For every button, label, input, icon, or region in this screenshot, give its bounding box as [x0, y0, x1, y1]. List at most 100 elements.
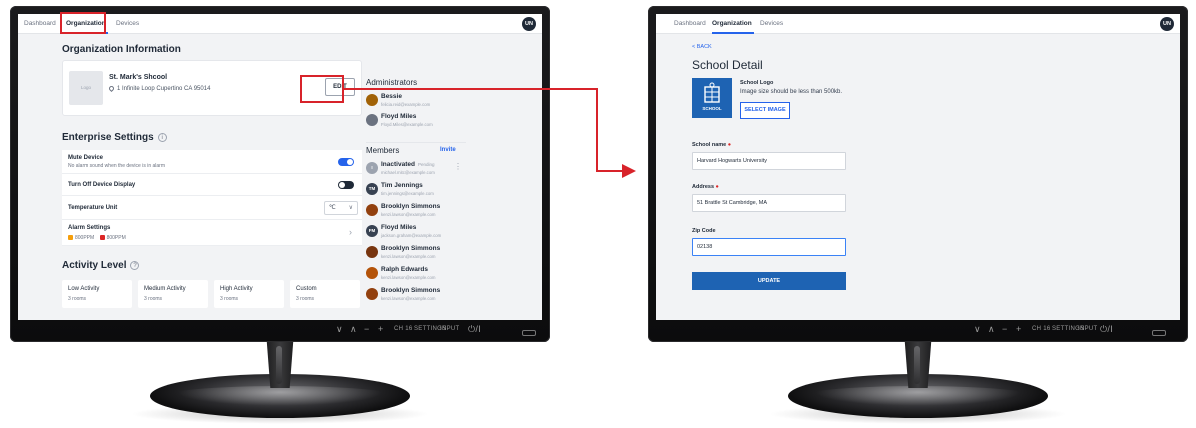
school-logo-caption: SCHOOL — [702, 106, 722, 111]
member-name: Brooklyn Simmons — [381, 203, 441, 210]
monitor-bezel: Dashboard Organization Devices UN Organi… — [10, 6, 550, 342]
setting-alarm[interactable]: Alarm Settings 800PPM 800PPM › — [62, 220, 362, 246]
member-item[interactable]: I Inactivated Pending michael.mitc@exampl… — [366, 160, 476, 180]
avatar: TM — [366, 183, 378, 195]
activity-card-low[interactable]: Low Activity 3 rooms — [62, 280, 132, 308]
power-button[interactable]: ⏻/I — [1100, 324, 1113, 335]
member-item[interactable]: Brooklyn Simmons kenzi.lawson@example.co… — [366, 286, 476, 306]
required-marker: ● — [727, 142, 732, 148]
input-label[interactable]: INPUT — [440, 326, 460, 332]
minus-button[interactable]: − — [1002, 324, 1008, 334]
toggle-knob — [339, 182, 345, 188]
plus-button[interactable]: + — [378, 324, 384, 334]
member-email: jackson.graham@example.com — [381, 233, 442, 238]
address-label: Address ● — [692, 184, 719, 190]
down-button[interactable]: ∨ — [336, 324, 343, 335]
select-image-button[interactable]: SELECT IMAGE — [740, 102, 790, 119]
arrow-line-end — [596, 170, 624, 172]
activity-level-heading: Activity Level? — [62, 260, 140, 271]
activity-rooms: 3 rooms — [296, 296, 315, 302]
activity-rooms: 3 rooms — [144, 296, 163, 302]
setting-mute-device: Mute Device No alarm sound when the devi… — [62, 150, 362, 174]
zip-code-label: Zip Code — [692, 228, 716, 234]
update-button[interactable]: UPDATE — [692, 272, 846, 290]
plus-button[interactable]: + — [1016, 324, 1022, 334]
temp-unit-value: ℃ — [329, 205, 336, 211]
user-avatar[interactable]: UN — [1160, 17, 1174, 31]
member-item[interactable]: FM Floyd Miles jackson.graham@example.co… — [366, 223, 476, 243]
display-toggle[interactable] — [338, 181, 354, 189]
admin-item[interactable]: Bessie felicia.reid@example.com — [366, 92, 476, 112]
member-email: tim.jennings@example.com — [381, 191, 434, 196]
pending-badge: Pending — [417, 162, 435, 167]
input-label[interactable]: INPUT — [1078, 326, 1098, 332]
alarm-thresholds: 800PPM 800PPM — [68, 235, 126, 241]
member-item[interactable]: Brooklyn Simmons kenzi.lawson@example.co… — [366, 202, 476, 222]
help-icon[interactable]: ? — [130, 260, 140, 270]
base-shine — [798, 386, 1038, 408]
required-marker: ● — [715, 184, 719, 190]
member-item[interactable]: Brooklyn Simmons kenzi.lawson@example.co… — [366, 244, 476, 264]
power-button[interactable]: ⏻/I — [468, 324, 481, 335]
member-email: kenzi.lawson@example.com — [381, 212, 436, 217]
arrow-head-icon — [622, 164, 636, 178]
activity-label: Medium Activity — [144, 286, 186, 292]
org-info-heading: Organization Information — [62, 44, 181, 55]
top-nav-bar: Dashboard Organization Devices UN — [656, 14, 1180, 34]
more-options-icon[interactable]: ⋮ — [454, 162, 462, 171]
mute-toggle[interactable] — [338, 158, 354, 166]
member-item[interactable]: Ralph Edwards kenzi.lawson@example.com — [366, 265, 476, 285]
admin-name: Bessie — [381, 93, 402, 100]
avatar — [366, 267, 378, 279]
activity-card-custom[interactable]: Custom 3 rooms — [290, 280, 360, 308]
turnoff-label: Turn Off Device Display — [68, 182, 136, 188]
enterprise-settings-heading: Enterprise Settings i — [62, 132, 167, 143]
activity-card-high[interactable]: High Activity 3 rooms — [214, 280, 284, 308]
activity-card-medium[interactable]: Medium Activity 3 rooms — [138, 280, 208, 308]
alarm-icon — [99, 235, 105, 241]
invite-link[interactable]: Invite — [440, 147, 456, 153]
panel-divider — [366, 142, 466, 143]
member-item[interactable]: TM Tim Jennings tim.jennings@example.com — [366, 181, 476, 201]
activity-label: Custom — [296, 286, 317, 292]
temp-unit-select[interactable]: ℃ ∨ — [324, 201, 358, 215]
nav-organization[interactable]: Organization — [712, 20, 752, 27]
up-button[interactable]: ∧ — [350, 324, 357, 335]
address-label-text: Address — [692, 184, 715, 190]
nav-dashboard[interactable]: Dashboard — [674, 20, 706, 27]
back-link[interactable]: < BACK — [692, 44, 712, 50]
monitor-controls: ∨ ∧ − + CH 16 SETTINGS INPUT ⏻/I — [10, 324, 550, 340]
screen-left: Dashboard Organization Devices UN Organi… — [18, 14, 542, 320]
alarm-low-value: 800PPM — [75, 235, 95, 241]
admin-name: Floyd Miles — [381, 113, 417, 120]
address-input[interactable]: 51 Brattle St Cambridge, MA — [692, 194, 846, 212]
member-email: kenzi.lawson@example.com — [381, 296, 436, 301]
monitor-bezel: Dashboard Organization Devices UN < BACK… — [648, 6, 1188, 342]
arrow-line-horizontal — [344, 88, 598, 90]
avatar — [366, 204, 378, 216]
school-address: 1 Infinite Loop Cupertino CA 95014 — [107, 84, 211, 93]
up-button[interactable]: ∧ — [988, 324, 995, 335]
member-name: Brooklyn Simmons — [381, 245, 441, 252]
activity-label: Low Activity — [68, 286, 100, 292]
nav-devices[interactable]: Devices — [760, 20, 783, 27]
nav-dashboard[interactable]: Dashboard — [24, 20, 56, 27]
arrow-line-vertical — [596, 88, 598, 172]
screen-right: Dashboard Organization Devices UN < BACK… — [656, 14, 1180, 320]
info-icon[interactable]: i — [157, 132, 167, 142]
down-button[interactable]: ∨ — [974, 324, 981, 335]
alarm-label: Alarm Settings — [68, 225, 111, 231]
alarm-high-value: 800PPM — [106, 235, 126, 241]
setting-turn-off-display: Turn Off Device Display — [62, 174, 362, 196]
user-avatar[interactable]: UN — [522, 17, 536, 31]
nav-devices[interactable]: Devices — [116, 20, 139, 27]
neck-shine — [276, 346, 282, 384]
member-name: Tim Jennings — [381, 182, 423, 189]
minus-button[interactable]: − — [364, 324, 370, 334]
school-name-input[interactable]: Harvard Hogwarts University — [692, 152, 846, 170]
school-address-text: 1 Infinite Loop Cupertino CA 95014 — [117, 86, 211, 93]
zip-code-input[interactable]: 02138 — [692, 238, 846, 256]
monitor-controls: ∨ ∧ − + CH 16 SETTINGS INPUT ⏻/I — [648, 324, 1188, 340]
member-email: kenzi.lawson@example.com — [381, 254, 436, 259]
admin-item[interactable]: Floyd Miles Floyd.Miles@example.com — [366, 112, 476, 132]
